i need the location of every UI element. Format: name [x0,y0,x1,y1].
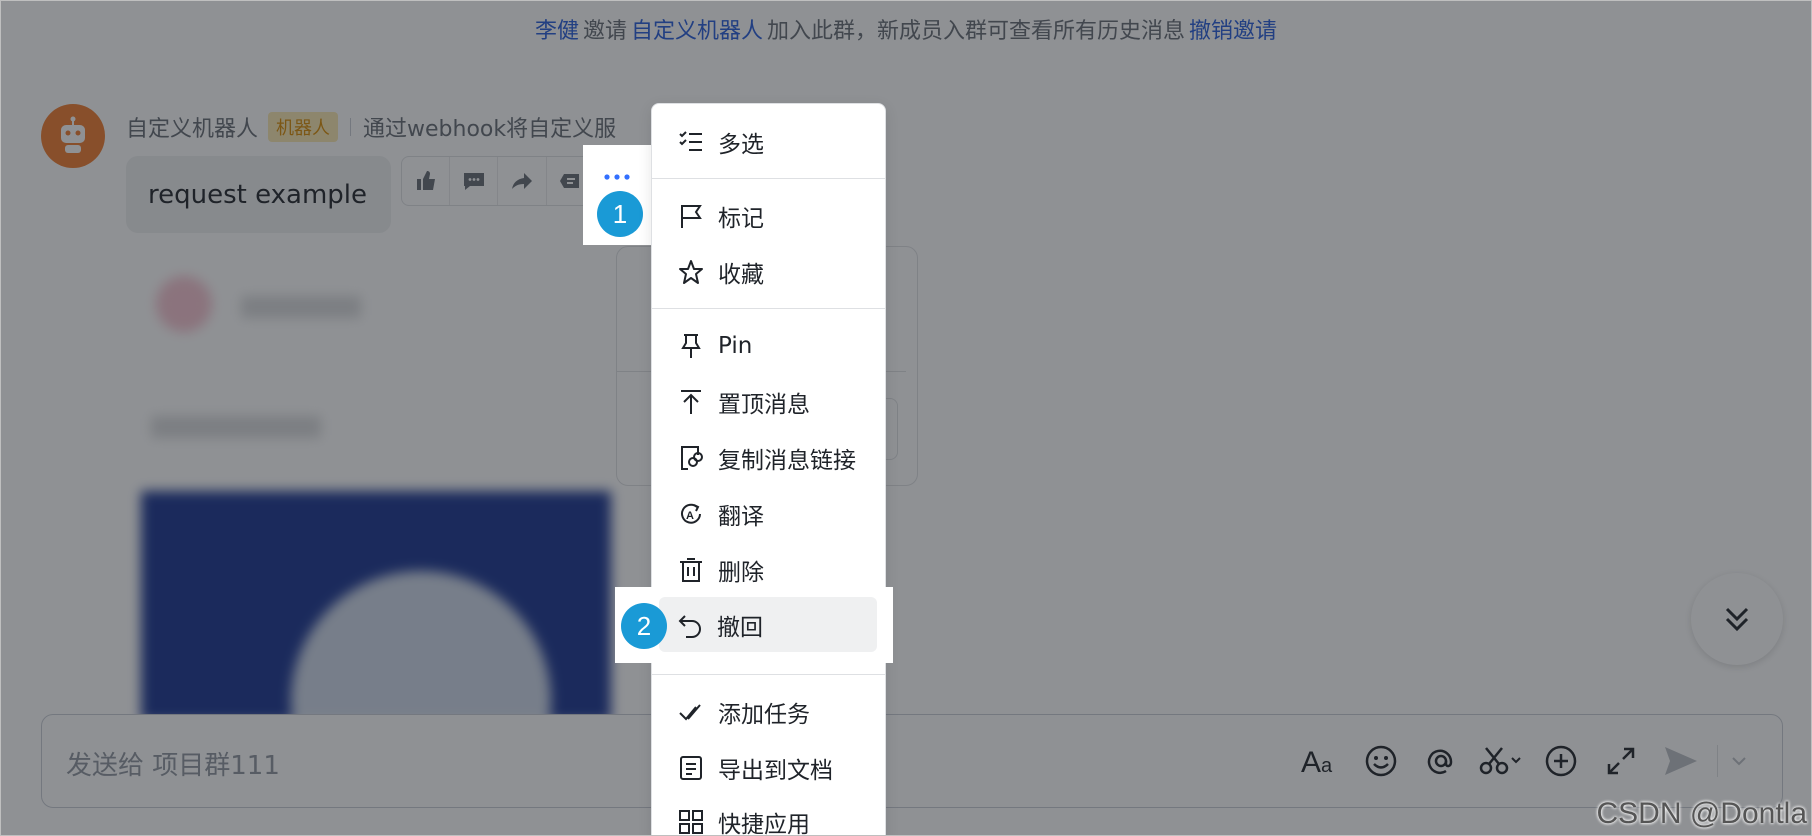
menu-item-pin[interactable]: Pin [652,322,885,370]
menu-item-label: 标记 [718,206,764,232]
multi-select-icon [679,131,702,151]
menu-item-translate[interactable]: A 翻译 [652,490,885,538]
star-icon [679,260,703,284]
svg-text:A: A [686,510,694,522]
menu-item-label: 收藏 [718,262,764,288]
menu-item-quick-apps[interactable]: 快捷应用 [652,798,885,836]
link-icon [681,446,703,470]
step-marker-2: 2 [621,603,667,649]
menu-item-copy-link[interactable]: 复制消息链接 [652,434,885,482]
menu-item-label: 导出到文档 [718,758,833,784]
menu-item-favorite[interactable]: 收藏 [652,248,885,296]
message-context-menu: 多选 标记 收藏 Pin 置顶消息 复制消息链接 A 翻译 删除 添加任务 导出… [651,103,886,836]
apps-icon [679,810,703,834]
translate-icon: A [681,503,701,524]
menu-divider [652,674,885,675]
menu-item-label: 快捷应用 [718,812,810,836]
menu-item-label: 翻译 [718,504,764,530]
pin-top-icon [681,390,701,414]
step-marker-1: 1 [597,191,643,237]
menu-item-pin-top[interactable]: 置顶消息 [652,378,885,426]
pin-icon [681,334,701,358]
menu-item-label: 添加任务 [718,702,810,728]
menu-item-recall[interactable]: 撤回 [651,601,886,649]
menu-item-add-task[interactable]: 添加任务 [652,688,885,736]
task-icon [679,704,701,721]
menu-item-export-doc[interactable]: 导出到文档 [652,744,885,792]
menu-item-label: 置顶消息 [718,392,810,418]
menu-item-flag[interactable]: 标记 [652,192,885,240]
menu-item-label: 删除 [718,560,764,586]
modal-overlay [1,1,1811,835]
watermark: CSDN @Dontla [1596,797,1807,830]
trash-icon [680,558,702,582]
menu-divider [652,178,885,179]
menu-divider [652,308,885,309]
document-icon [680,756,702,780]
menu-item-label: 复制消息链接 [718,448,856,474]
menu-item-multi-select[interactable]: 多选 [652,118,885,166]
menu-item-label: 多选 [718,132,764,158]
menu-item-label: Pin [718,333,753,359]
menu-item-label: 撤回 [717,615,763,641]
chat-window: 李健邀请自定义机器人加入此群，新成员入群可查看所有历史消息撤销邀请 自定义机器人… [0,0,1812,836]
undo-icon [678,615,701,638]
flag-icon [681,205,702,228]
